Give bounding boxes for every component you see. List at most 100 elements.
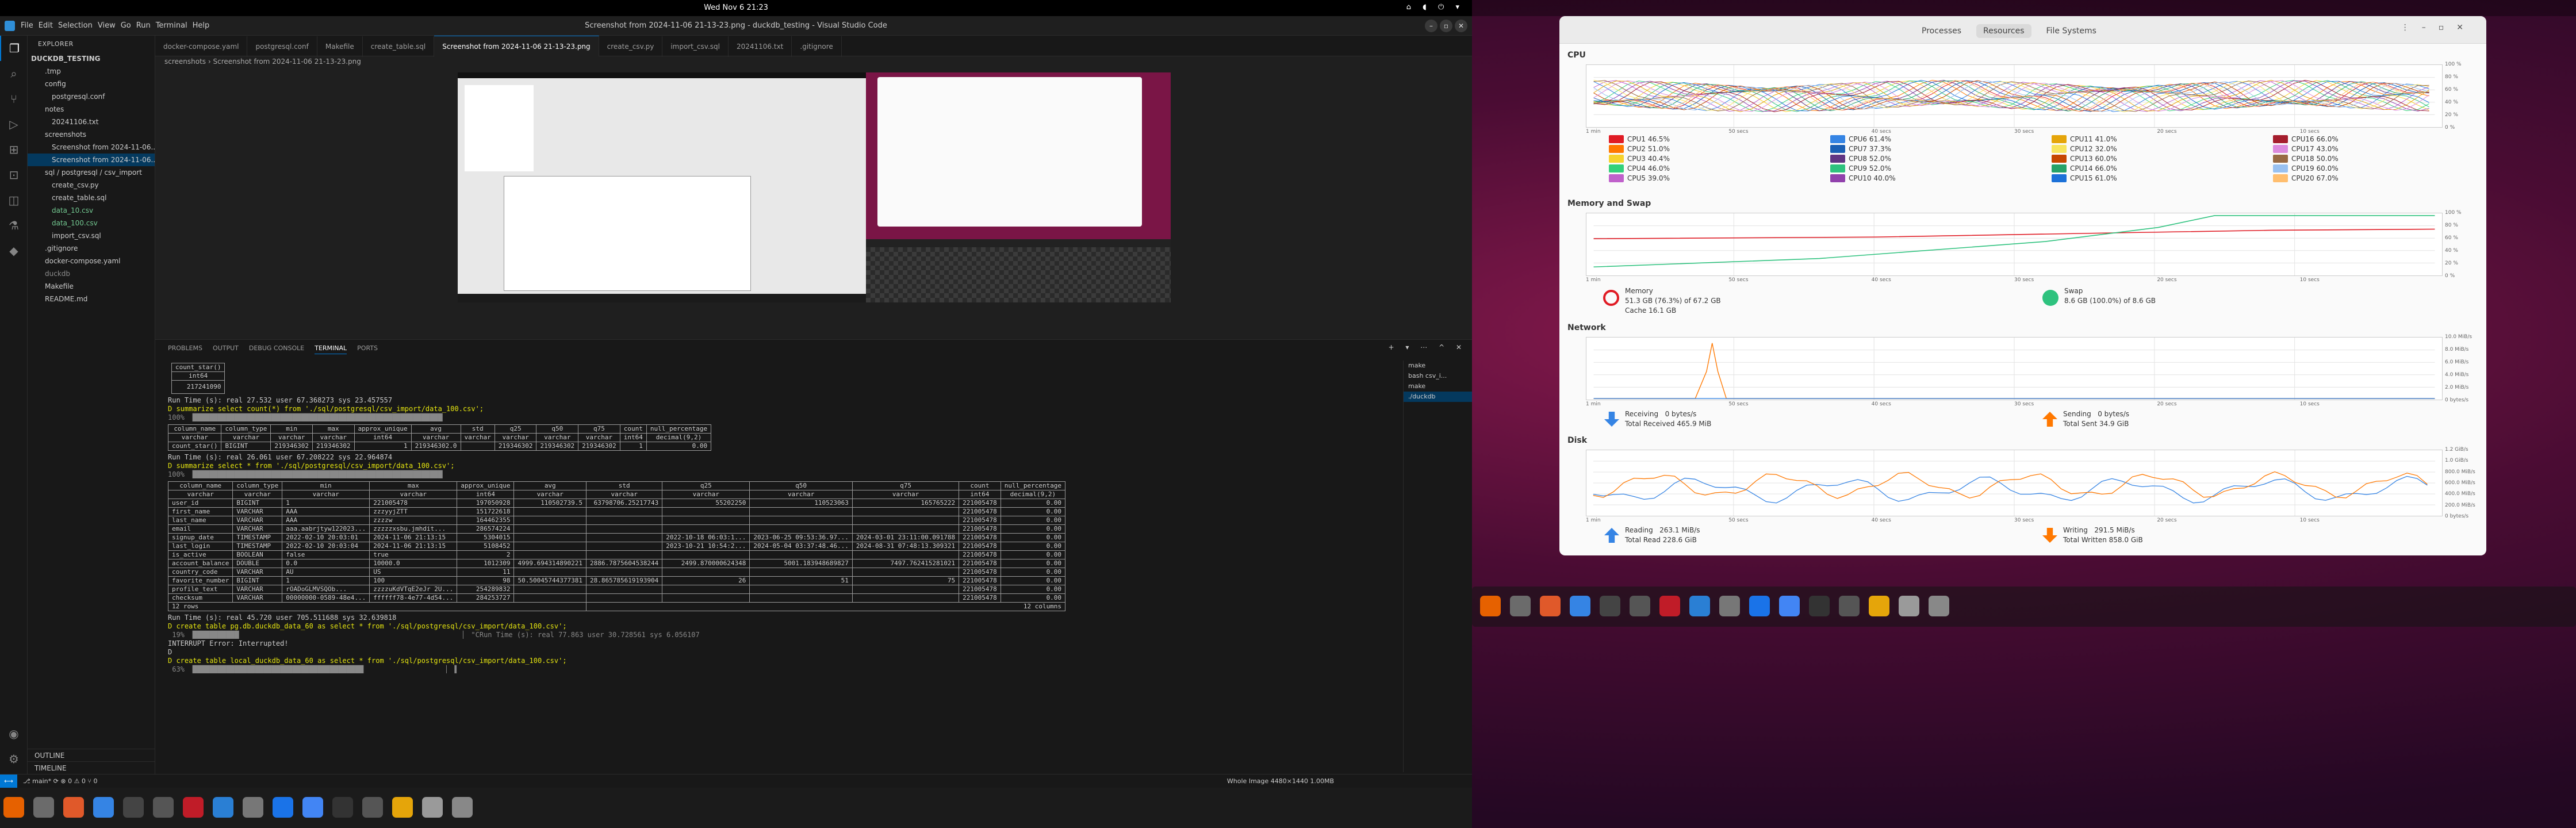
panel-actions[interactable]: + ▾ ⋯ ^ ✕: [1389, 343, 1466, 351]
dock-app-icon[interactable]: [302, 797, 323, 818]
tree-item[interactable]: docker-compose.yaml: [28, 255, 155, 267]
network-section-title[interactable]: Network: [1567, 323, 1606, 332]
clock[interactable]: Wed Nov 6 21:23: [0, 3, 1472, 12]
maximize-button[interactable]: ▫: [1440, 20, 1452, 32]
tab-docker-compose[interactable]: docker-compose.yaml: [155, 36, 248, 57]
tree-item-selected[interactable]: Screenshot from 2024-11-06...: [28, 154, 155, 166]
terminal-tab[interactable]: make: [1404, 361, 1472, 371]
tab-ports[interactable]: PORTS: [357, 344, 378, 352]
cpu-section-title[interactable]: CPU: [1567, 51, 1586, 60]
dock-app-icon[interactable]: [1869, 596, 1889, 616]
dock-app-icon[interactable]: [1929, 596, 1949, 616]
dock-app-icon[interactable]: [1749, 596, 1770, 616]
dock-app-icon[interactable]: [213, 797, 233, 818]
window-controls[interactable]: ⋮–▫✕: [2401, 23, 2476, 32]
tree-item[interactable]: postgresql.conf: [28, 90, 155, 103]
dock-app-icon[interactable]: [183, 797, 204, 818]
explorer-icon[interactable]: ❐: [0, 36, 28, 61]
dock-app-icon[interactable]: [1600, 596, 1620, 616]
dock-app-icon[interactable]: [123, 797, 144, 818]
dock-app-icon[interactable]: [1839, 596, 1860, 616]
dock-app-icon[interactable]: [1899, 596, 1919, 616]
tree-item[interactable]: .tmp: [28, 65, 155, 78]
tab-problems[interactable]: PROBLEMS: [168, 344, 202, 352]
dock-app-icon[interactable]: [243, 797, 263, 818]
settings-gear-icon[interactable]: ⚙: [0, 746, 28, 772]
tree-item[interactable]: Screenshot from 2024-11-06...: [28, 141, 155, 154]
tree-item[interactable]: README.md: [28, 293, 155, 305]
minimize-button[interactable]: –: [1425, 20, 1438, 32]
tree-item[interactable]: .gitignore: [28, 242, 155, 255]
remote-indicator-icon[interactable]: ⟷: [0, 775, 17, 788]
dock-app-icon[interactable]: [1480, 596, 1501, 616]
terminal-tab[interactable]: bash csv_i...: [1404, 371, 1472, 381]
dock-app-icon[interactable]: [63, 797, 84, 818]
tree-item[interactable]: screenshots: [28, 128, 155, 141]
database-icon[interactable]: ◫: [0, 187, 28, 213]
tree-item[interactable]: data_10.csv: [28, 204, 155, 217]
tab-processes[interactable]: Processes: [1922, 26, 1961, 36]
disk-section-title[interactable]: Disk: [1567, 436, 1587, 445]
run-debug-icon[interactable]: ▷: [0, 112, 28, 137]
tab-notes[interactable]: 20241106.txt: [729, 36, 792, 57]
dock-app-icon[interactable]: [1630, 596, 1650, 616]
tab-output[interactable]: OUTPUT: [213, 344, 239, 352]
workspace-root[interactable]: DUCKDB_TESTING: [28, 52, 155, 65]
tab-create-csv[interactable]: create_csv.py: [599, 36, 663, 57]
tab-create-table[interactable]: create_table.sql: [363, 36, 435, 57]
tab-makefile[interactable]: Makefile: [317, 36, 363, 57]
tree-item[interactable]: data_100.csv: [28, 217, 155, 229]
remote-icon[interactable]: ⊡: [0, 162, 28, 187]
dock-app-icon[interactable]: [1809, 596, 1830, 616]
tab-terminal[interactable]: TERMINAL: [315, 344, 347, 354]
terminal-output[interactable]: count_star() int64 217241090 Run Time (s…: [168, 361, 1398, 772]
tree-item[interactable]: import_csv.sql: [28, 229, 155, 242]
search-icon[interactable]: ⌕: [0, 61, 28, 86]
status-right[interactable]: Whole Image 4480×1440 1.00MB: [1227, 777, 1334, 785]
memory-section-title[interactable]: Memory and Swap: [1567, 199, 1651, 208]
extensions-icon[interactable]: ⊞: [0, 137, 28, 162]
tab-postgresql-conf[interactable]: postgresql.conf: [247, 36, 317, 57]
screenshot-thumbnail[interactable]: [458, 72, 1171, 302]
source-control-icon[interactable]: ⑂: [0, 86, 28, 112]
dock-app-icon[interactable]: [93, 797, 114, 818]
dock-app-icon[interactable]: [362, 797, 383, 818]
tree-item[interactable]: create_table.sql: [28, 191, 155, 204]
outline-section[interactable]: OUTLINE: [28, 749, 155, 761]
tree-item[interactable]: create_csv.py: [28, 179, 155, 191]
tab-import-csv[interactable]: import_csv.sql: [662, 36, 729, 57]
dock-app-icon[interactable]: [153, 797, 174, 818]
dock-app-icon[interactable]: [452, 797, 473, 818]
system-tray[interactable]: ⌂ ◖ ⏻ ▾: [1406, 3, 1464, 12]
tab-file-systems[interactable]: File Systems: [2046, 26, 2096, 36]
dock-app-icon[interactable]: [33, 797, 54, 818]
tree-item[interactable]: config: [28, 78, 155, 90]
timeline-section[interactable]: TIMELINE: [28, 761, 155, 774]
dock-app-icon[interactable]: [422, 797, 443, 818]
dock-app-icon[interactable]: [1659, 596, 1680, 616]
tree-item[interactable]: duckdb: [28, 267, 155, 280]
tab-gitignore[interactable]: .gitignore: [792, 36, 842, 57]
tab-screenshot-active[interactable]: Screenshot from 2024-11-06 21-13-23.png: [434, 36, 599, 56]
docker-icon[interactable]: ◆: [0, 238, 28, 263]
close-button[interactable]: ✕: [1455, 20, 1467, 32]
dock-app-icon[interactable]: [1689, 596, 1710, 616]
dock-app-icon[interactable]: [1510, 596, 1531, 616]
terminal-tab-active[interactable]: ./duckdb: [1404, 392, 1472, 402]
dock-app-icon[interactable]: [1570, 596, 1590, 616]
dock-app-icon[interactable]: [1779, 596, 1800, 616]
tree-item[interactable]: notes: [28, 103, 155, 116]
testing-icon[interactable]: ⚗: [0, 213, 28, 238]
dock-app-icon[interactable]: [392, 797, 413, 818]
tab-debug-console[interactable]: DEBUG CONSOLE: [249, 344, 304, 352]
tab-resources[interactable]: Resources: [1976, 24, 2031, 38]
dock-app-icon[interactable]: [273, 797, 293, 818]
tree-item[interactable]: Makefile: [28, 280, 155, 293]
dock-app-icon[interactable]: [332, 797, 353, 818]
account-icon[interactable]: ◉: [0, 721, 28, 746]
dock-app-icon[interactable]: [1719, 596, 1740, 616]
status-left[interactable]: ⎇ main* ⟳ ⊗ 0 ⚠ 0 ⑂ 0: [23, 777, 98, 785]
dock-app-icon[interactable]: [3, 797, 24, 818]
dock-app-icon[interactable]: [1540, 596, 1561, 616]
breadcrumb[interactable]: screenshots › Screenshot from 2024-11-06…: [164, 57, 361, 66]
